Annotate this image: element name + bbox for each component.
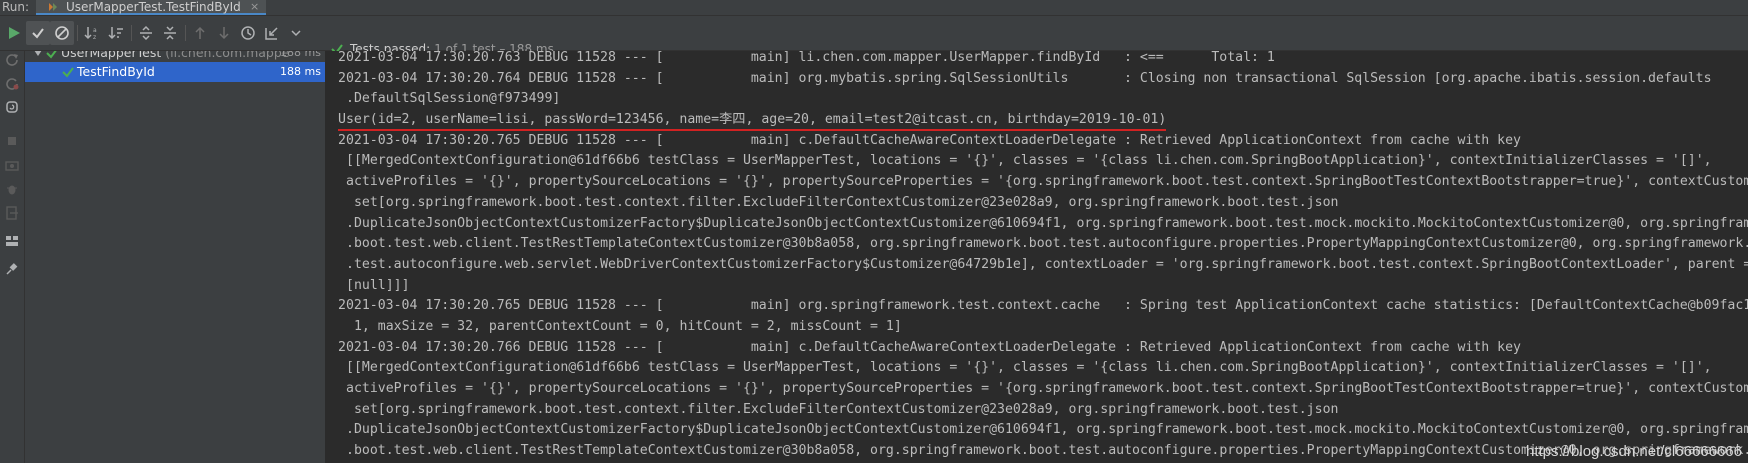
test-tree: UserMapperTest (li.chen.com.mappe 188 ms… <box>25 51 326 463</box>
console-line: 2021-03-04 17:30:20.766 DEBUG 11528 --- … <box>338 339 1521 355</box>
rerun-icon[interactable] <box>4 51 20 67</box>
stop-icon[interactable] <box>4 133 20 149</box>
console-line: [[MergedContextConfiguration@61df66b6 te… <box>346 360 1712 376</box>
screenshot-icon[interactable] <box>4 157 20 173</box>
svg-text:a: a <box>93 27 97 34</box>
pass-check-icon <box>62 67 74 78</box>
console-user-result-line: User(id=2, userName=lisi, passWord=12345… <box>338 110 1748 132</box>
console-line: 2021-03-04 17:30:20.765 DEBUG 11528 --- … <box>338 298 1748 314</box>
console-line: 2021-03-04 17:30:20.764 DEBUG 11528 --- … <box>338 70 1712 86</box>
console-line: 2021-03-04 17:30:20.763 DEBUG 11528 --- … <box>338 51 1275 65</box>
close-icon[interactable]: × <box>250 0 259 14</box>
highlighted-result: User(id=2, userName=lisi, passWord=12345… <box>338 110 1167 132</box>
previous-failure-icon[interactable] <box>188 21 212 45</box>
test-name: TestFindById <box>77 64 155 79</box>
pin-icon[interactable] <box>4 261 20 277</box>
toolbar-separator <box>131 25 132 41</box>
console-line: set[org.springframework.boot.test.contex… <box>346 194 1339 210</box>
left-toolbar <box>0 51 25 463</box>
tab-title: UserMapperTest.TestFindById <box>66 0 241 14</box>
test-history-icon[interactable] <box>236 21 260 45</box>
sort-alphabetically-icon[interactable]: az <box>80 21 104 45</box>
collapse-all-icon[interactable] <box>158 21 182 45</box>
console-line: set[org.springframework.boot.test.contex… <box>346 401 1339 417</box>
console-line: activeProfiles = '{}', propertySourceLoc… <box>346 381 1748 396</box>
chevron-down-icon[interactable] <box>33 51 43 58</box>
run-label: Run: <box>2 0 30 14</box>
tab-run-configuration[interactable]: UserMapperTest.TestFindById × <box>36 0 266 15</box>
console-output[interactable]: 2021-03-04 17:30:20.763 DEBUG 11528 --- … <box>326 51 1748 463</box>
test-runner-toolbar: az Tests passed: 1 of 1 test – 188 ms <box>0 16 1748 56</box>
console-line: .test.autoconfigure.web.servlet.WebDrive… <box>346 256 1748 272</box>
console-line: .DefaultSqlSession@f973499] <box>346 91 561 107</box>
test-duration: 188 ms <box>280 65 321 78</box>
console-line: [null]]] <box>346 277 410 293</box>
sort-by-duration-icon[interactable] <box>104 21 128 45</box>
test-config-icon <box>49 3 57 11</box>
toolbar-separator <box>185 25 186 41</box>
toolbar-separator <box>77 25 78 41</box>
show-passed-icon[interactable] <box>26 21 50 45</box>
expand-all-icon[interactable] <box>134 21 158 45</box>
show-ignored-icon[interactable] <box>50 21 74 45</box>
exit-icon[interactable] <box>4 205 20 221</box>
tree-row-test[interactable]: TestFindById 188 ms <box>25 62 325 82</box>
settings-icon[interactable] <box>284 21 308 45</box>
console-line: .DuplicateJsonObjectContextCustomizerFac… <box>346 422 1748 438</box>
console-lines: 2021-03-04 17:30:20.763 DEBUG 11528 --- … <box>338 51 1748 462</box>
toggle-auto-test-icon[interactable] <box>4 99 20 115</box>
suite-package: (li.chen.com.mappe <box>165 51 290 60</box>
console-line: .boot.test.web.client.TestRestTemplateCo… <box>346 236 1748 252</box>
console-line: activeProfiles = '{}', propertySourceLoc… <box>346 174 1748 190</box>
debug-icon[interactable] <box>4 181 20 197</box>
run-tab-bar: Run: UserMapperTest.TestFindById × <box>0 0 1748 16</box>
console-line: 2021-03-04 17:30:20.765 DEBUG 11528 --- … <box>338 132 1521 148</box>
rerun-failed-icon[interactable] <box>4 75 20 91</box>
console-line: 1, maxSize = 32, parentContextCount = 0,… <box>346 318 902 334</box>
watermark: https://blog.csdn.net/cl66666666 <box>1526 443 1742 460</box>
import-tests-icon[interactable] <box>260 21 284 45</box>
console-line: [[MergedContextConfiguration@61df66b6 te… <box>346 153 1712 169</box>
pass-check-icon <box>46 51 57 59</box>
next-failure-icon[interactable] <box>212 21 236 45</box>
console-line: .DuplicateJsonObjectContextCustomizerFac… <box>346 215 1748 231</box>
run-icon[interactable] <box>2 21 26 45</box>
layout-icon[interactable] <box>4 233 20 249</box>
svg-text:z: z <box>93 34 96 41</box>
